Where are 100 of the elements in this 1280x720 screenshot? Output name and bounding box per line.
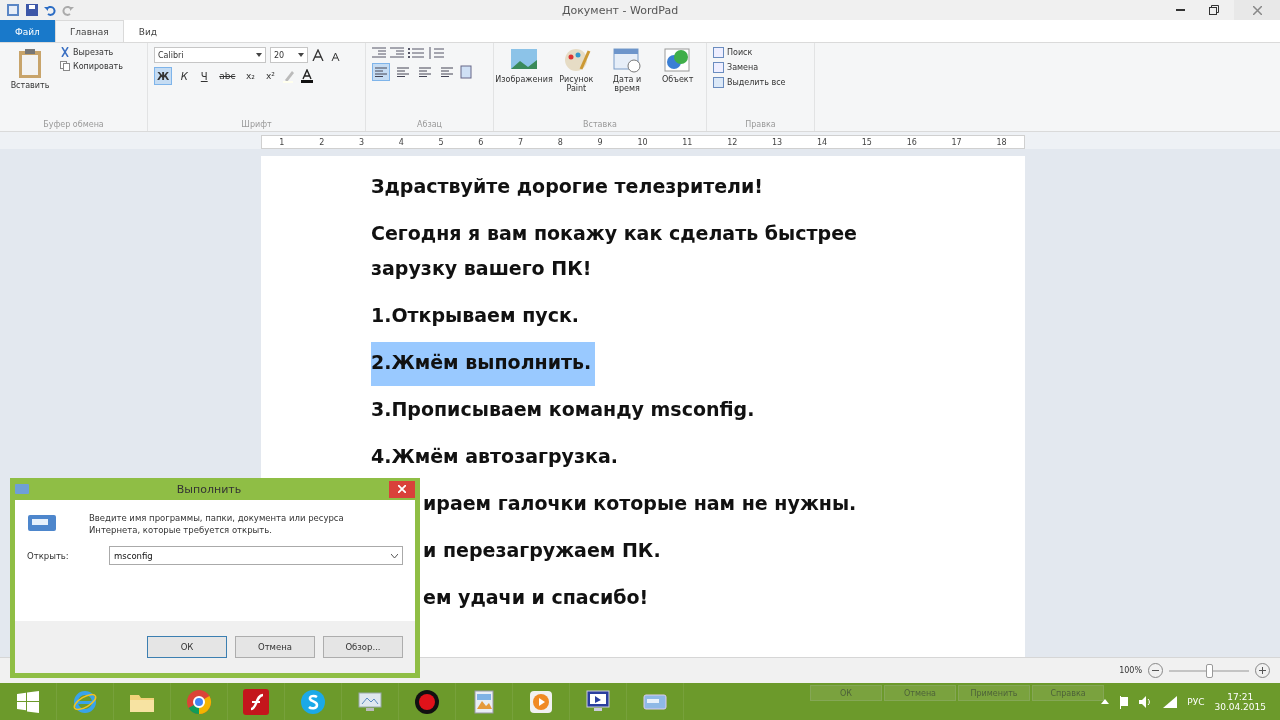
ruler-number: 4: [398, 137, 404, 147]
ribbon-tab[interactable]: Вид: [123, 20, 172, 42]
cut-button[interactable]: Вырезать: [60, 47, 123, 57]
align-icon: [441, 67, 453, 77]
app-icon: [6, 3, 20, 17]
skype-icon: [300, 688, 326, 715]
plus-icon: [1259, 667, 1266, 674]
edit-button[interactable]: Выделить все: [713, 77, 786, 88]
dialog-button[interactable]: Обзор...: [323, 636, 403, 658]
restore-icon: [1209, 5, 1219, 15]
font-style-button[interactable]: Ж: [154, 67, 173, 85]
font-style-button[interactable]: К: [176, 67, 193, 85]
font-color-icon[interactable]: [300, 69, 315, 83]
align-icon: [375, 67, 387, 77]
font-size-field[interactable]: 20: [270, 47, 308, 63]
ruler-number: 9: [597, 137, 603, 147]
group-label: Вставка: [582, 120, 618, 129]
list-icon[interactable]: [408, 47, 424, 59]
grow-font-icon[interactable]: [312, 49, 326, 61]
calendar-icon: [612, 47, 642, 73]
paragraph-icon[interactable]: [460, 65, 472, 79]
dialog-title: Выполнить: [175, 482, 243, 496]
document-text: 2.Жмём выполнить.: [371, 342, 596, 386]
font-style-button[interactable]: x₂: [242, 67, 259, 85]
font-name-field[interactable]: Calibri: [154, 47, 266, 63]
redo-icon[interactable]: [62, 4, 74, 16]
zoom-level: 100%: [1119, 666, 1142, 675]
signal-icon[interactable]: [1163, 695, 1178, 708]
group-label: Абзац: [416, 120, 443, 129]
flag-icon[interactable]: [1119, 694, 1130, 709]
document-text: зарузку вашего ПК!: [371, 256, 592, 281]
close-button[interactable]: [389, 480, 415, 498]
increase-indent-icon[interactable]: [390, 47, 404, 59]
ruler-number: 11: [682, 137, 693, 147]
document-text: ираем галочки которые нам не нужны.: [423, 491, 857, 516]
copy-button[interactable]: Копировать: [60, 61, 123, 71]
edit-button[interactable]: Поиск: [713, 47, 786, 58]
document-text: и перезагружаем ПК.: [423, 538, 661, 563]
window-title: Документ - WordPad: [560, 3, 680, 17]
ribbon-tab[interactable]: Файл: [0, 20, 55, 42]
ruler-number: 18: [996, 137, 1007, 147]
group-label: Буфер обмена: [42, 120, 105, 129]
document-text: Сегодня я вам покажу как сделать быстрее: [371, 221, 857, 246]
document-text: 3.Прописываем команду msconfig.: [371, 397, 755, 422]
paste-button[interactable]: Вставить: [6, 47, 54, 120]
dialog-description: Введите имя программы, папки, документа или ресурса Интернета, которые требуется открыть.: [89, 512, 345, 536]
ribbon-tab[interactable]: Главная: [54, 20, 124, 42]
tray-arrow-icon[interactable]: [1101, 699, 1110, 704]
edit-icon: [713, 77, 724, 88]
ruler-number: 13: [772, 137, 783, 147]
minus-icon: [1152, 670, 1159, 671]
ruler-number: 3: [358, 137, 364, 147]
browser-e-icon: [72, 688, 98, 715]
ruler-number: 6: [478, 137, 484, 147]
decrease-indent-icon[interactable]: [372, 47, 386, 59]
undo-icon[interactable]: [44, 4, 56, 16]
document-text: ем удачи и спасибо!: [423, 585, 649, 610]
align-button[interactable]: [372, 63, 390, 81]
close-button[interactable]: [1234, 0, 1280, 20]
edit-icon: [713, 47, 724, 58]
edit-button[interactable]: Замена: [713, 62, 786, 73]
font-style-button[interactable]: abc: [216, 67, 239, 85]
ruler-number: 15: [861, 137, 872, 147]
insert-button[interactable]: Дата и время: [604, 47, 650, 120]
copy-icon: [60, 61, 70, 71]
photo-viewer-icon: [472, 688, 496, 715]
media-player-icon: [528, 688, 554, 715]
zoom-thumb[interactable]: [1206, 663, 1213, 678]
dialog-button[interactable]: Отмена: [235, 636, 315, 658]
font-style-button[interactable]: x²: [262, 67, 279, 85]
insert-button[interactable]: Объект: [655, 47, 700, 120]
windows-logo-icon: [17, 690, 39, 713]
dialog-button[interactable]: ОК: [147, 636, 227, 658]
ruler-number: 7: [518, 137, 524, 147]
field-label: Открыть:: [27, 550, 70, 561]
flash-icon: [243, 688, 269, 715]
ruler-number: 12: [727, 137, 738, 147]
document-text: 1.Открываем пуск.: [371, 303, 580, 328]
command-field[interactable]: msconfig: [109, 546, 403, 565]
ruler-number: 10: [637, 137, 648, 147]
minimize-icon: [1175, 9, 1185, 11]
ruler-number: 5: [438, 137, 444, 147]
save-icon[interactable]: [26, 4, 38, 16]
ruler-number: 8: [557, 137, 563, 147]
chrome-ball-icon: [186, 688, 212, 715]
ruler-number: 1: [279, 137, 285, 147]
ruler-number: 17: [951, 137, 962, 147]
monitor-icon: [356, 689, 384, 714]
document-text: 4.Жмём автозагрузка.: [371, 444, 618, 469]
ruler-number: 16: [906, 137, 917, 147]
ruler-number: 2: [319, 137, 325, 147]
group-label: Шрифт: [240, 120, 273, 129]
font-style-button[interactable]: Ч: [196, 67, 213, 85]
edit-icon: [713, 62, 724, 73]
caret-icon: [256, 53, 262, 57]
close-icon: [398, 485, 406, 493]
document-text: Здраствуйте дорогие телезрители!: [371, 174, 763, 199]
clipboard-icon: [17, 47, 43, 79]
group-label: Правка: [744, 120, 777, 129]
insert-button[interactable]: Рисунок Paint: [554, 47, 599, 120]
